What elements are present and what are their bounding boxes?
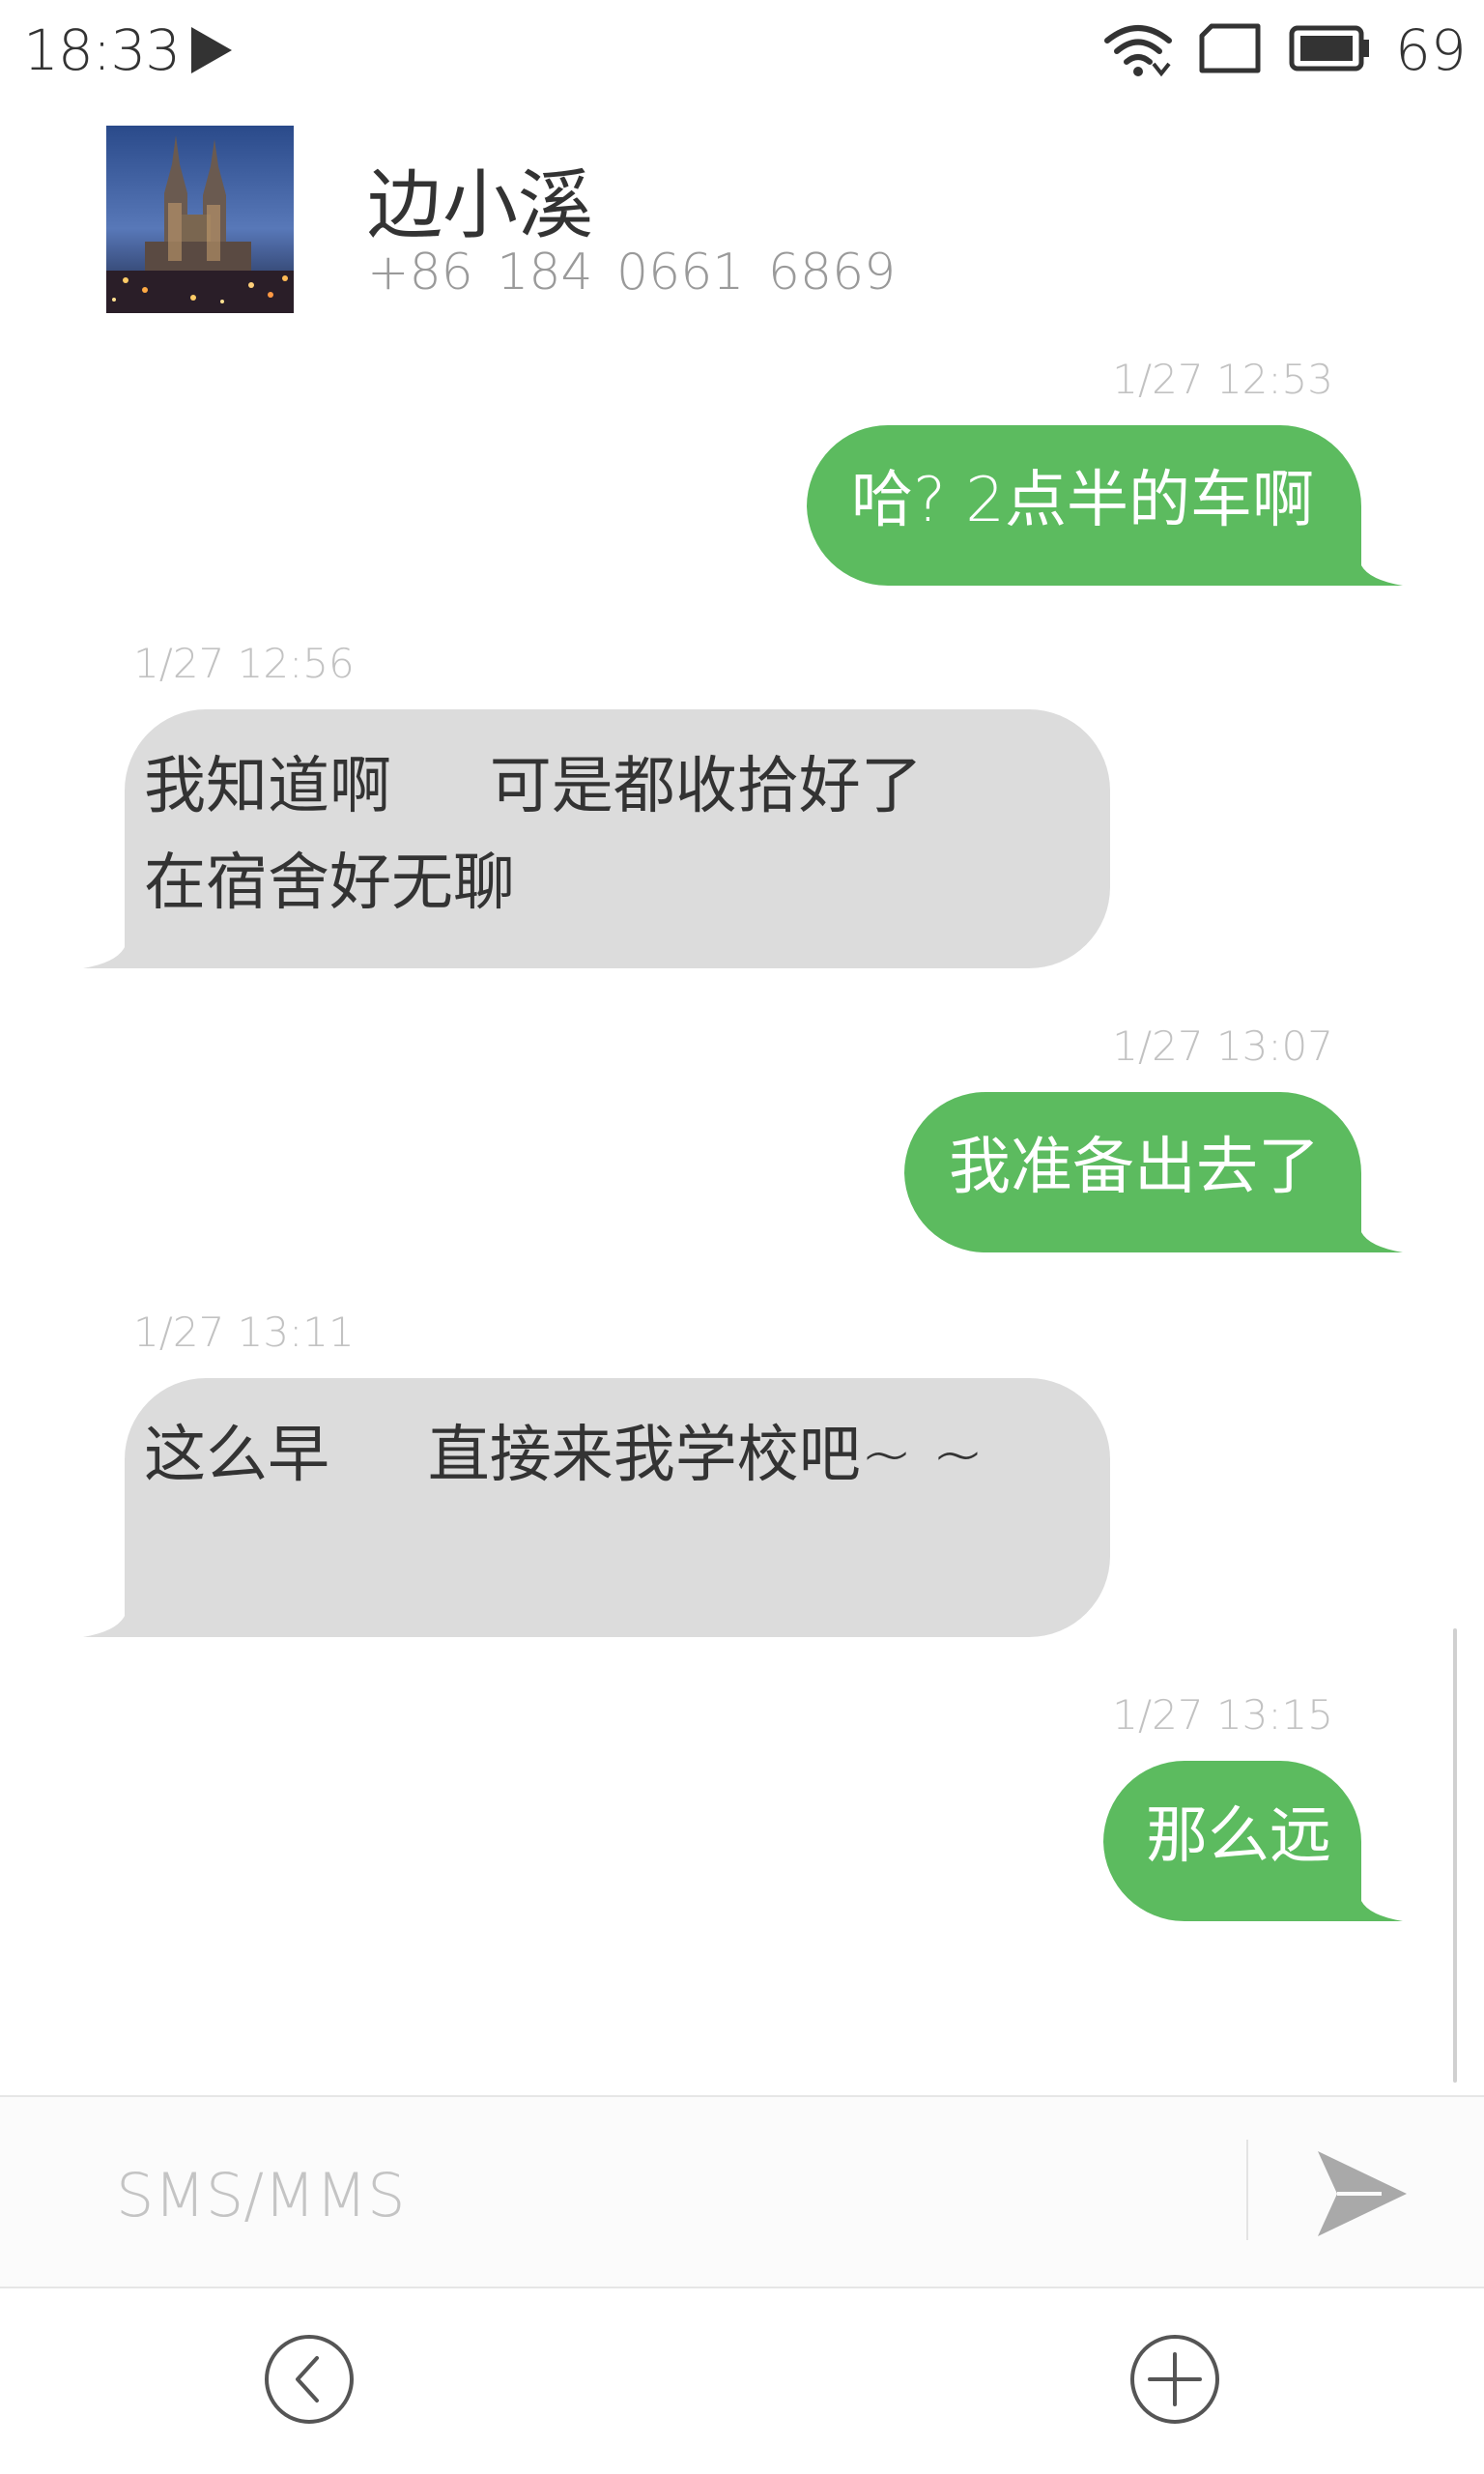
- contact-name: 边小溪: [367, 162, 594, 249]
- message-timestamp: 1/27 12:53: [1112, 356, 1333, 403]
- sim-card-icon: [1198, 23, 1262, 77]
- message-bubble[interactable]: 我知道啊 可是都收拾好了 在宿舍好无聊: [80, 709, 1110, 968]
- back-icon[interactable]: [263, 2333, 356, 2426]
- contact-header: 边小溪 +86 184 0661 6869: [0, 106, 1484, 329]
- message-input[interactable]: [116, 2151, 1227, 2238]
- message-timestamp: 1/27 13:07: [1112, 1022, 1333, 1070]
- composer-divider: [1246, 2140, 1248, 2240]
- message-text: 我准备出去了: [949, 1132, 1320, 1203]
- status-time: 18:33: [23, 17, 181, 83]
- battery-icon: [1289, 25, 1372, 75]
- message-timestamp: 1/27 12:56: [133, 640, 355, 687]
- message-timestamp: 1/27 13:11: [133, 1309, 355, 1356]
- message-text: 这么早 直接来我学校吧~ ~: [144, 1420, 985, 1491]
- message-bubble[interactable]: 那么远: [1103, 1761, 1406, 1923]
- message-bubble[interactable]: 哈? 2点半的车啊: [807, 425, 1406, 588]
- contact-phone: +86 184 0661 6869: [367, 244, 897, 302]
- message-bubble[interactable]: 这么早 直接来我学校吧~ ~: [80, 1378, 1110, 1637]
- battery-level: 69: [1395, 17, 1467, 83]
- messaging-screen: 18:33 69 边小溪 +86 184 0661 6869 1/27 12:5…: [0, 0, 1484, 2474]
- composer: [0, 2095, 1484, 2288]
- message-timestamp: 1/27 13:15: [1112, 1691, 1333, 1739]
- scrollbar[interactable]: [1453, 1628, 1457, 2083]
- message-text: 哈? 2点半的车啊: [851, 465, 1315, 536]
- message-list[interactable]: 1/27 12:53 哈? 2点半的车啊 1/27 12:56 我知道啊 可是都…: [0, 329, 1484, 2087]
- bottom-navbar: [0, 2288, 1484, 2474]
- wifi-icon: [1103, 21, 1173, 81]
- message-bubble[interactable]: 我准备出去了: [904, 1092, 1406, 1254]
- add-icon[interactable]: [1128, 2333, 1221, 2426]
- message-text: 那么远: [1146, 1800, 1331, 1872]
- send-icon[interactable]: [1314, 2147, 1411, 2240]
- avatar[interactable]: [106, 126, 294, 313]
- status-bar: 18:33 69: [0, 0, 1484, 106]
- play-icon: [189, 25, 234, 79]
